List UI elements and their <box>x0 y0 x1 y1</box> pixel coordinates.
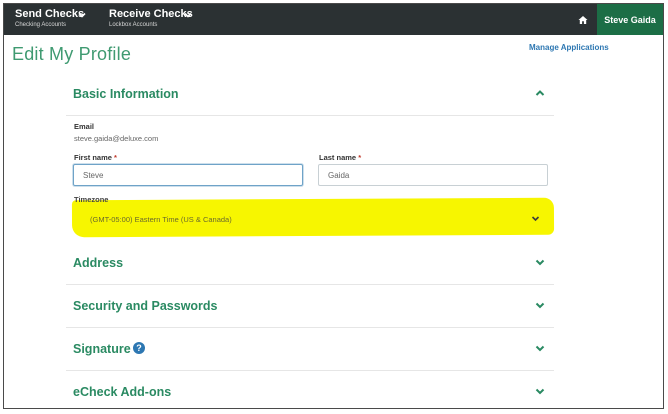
timezone-select[interactable]: (GMT-05:00) Eastern Time (US & Canada) <box>76 209 550 229</box>
section-security-header[interactable]: Security and Passwords <box>66 287 554 328</box>
first-name-label: First name * <box>74 153 117 162</box>
user-account-button[interactable]: Steve Gaida <box>597 4 663 35</box>
timezone-label: Timezone <box>74 195 109 204</box>
receive-checks-title: Receive Checks <box>109 8 193 20</box>
section-title: Address <box>73 256 124 270</box>
chevron-down-icon <box>535 259 545 266</box>
last-name-label: Last name * <box>319 153 361 162</box>
chevron-up-icon <box>535 90 545 96</box>
chevron-down-icon <box>535 302 545 309</box>
required-marker: * <box>358 153 362 162</box>
help-icon[interactable]: ? <box>133 342 145 354</box>
top-nav-bar: Send Checks Checking Accounts Receive Ch… <box>4 4 663 35</box>
email-value: steve.gaida@deluxe.com <box>74 134 159 143</box>
chevron-down-icon <box>535 345 545 352</box>
manage-applications-link[interactable]: Manage Applications <box>529 43 609 52</box>
section-basic-information-header[interactable]: Basic Information <box>66 75 554 116</box>
page-title: Edit My Profile <box>12 44 132 64</box>
last-name-label-text: Last name <box>319 153 357 162</box>
chevron-down-icon <box>78 12 86 18</box>
section-title: eCheck Add-ons <box>73 385 172 399</box>
chevron-down-icon <box>531 216 540 222</box>
send-checks-menu[interactable]: Send Checks Checking Accounts <box>15 8 86 29</box>
app-window: Send Checks Checking Accounts Receive Ch… <box>3 3 664 409</box>
section-title: Basic Information <box>73 87 179 101</box>
receive-checks-menu[interactable]: Receive Checks Lockbox Accounts <box>109 8 193 29</box>
send-checks-title: Send Checks <box>15 8 85 20</box>
send-checks-subtitle: Checking Accounts <box>15 22 67 28</box>
section-address-header[interactable]: Address <box>66 244 554 285</box>
last-name-input[interactable] <box>318 164 548 186</box>
required-marker: * <box>114 153 117 162</box>
section-title: Security and Passwords <box>73 299 218 313</box>
timezone-selected-value: (GMT-05:00) Eastern Time (US & Canada) <box>90 215 232 224</box>
first-name-label-text: First name <box>74 153 112 162</box>
first-name-input[interactable] <box>73 164 303 186</box>
chevron-down-icon <box>184 12 192 18</box>
section-signature-header[interactable]: Signature ? <box>66 330 554 371</box>
email-label: Email <box>74 122 95 131</box>
section-title: Signature <box>73 342 131 356</box>
home-icon[interactable] <box>578 15 588 25</box>
chevron-down-icon <box>535 388 545 395</box>
section-echeck-addons-header[interactable]: eCheck Add-ons <box>66 373 554 408</box>
receive-checks-subtitle: Lockbox Accounts <box>109 22 158 28</box>
